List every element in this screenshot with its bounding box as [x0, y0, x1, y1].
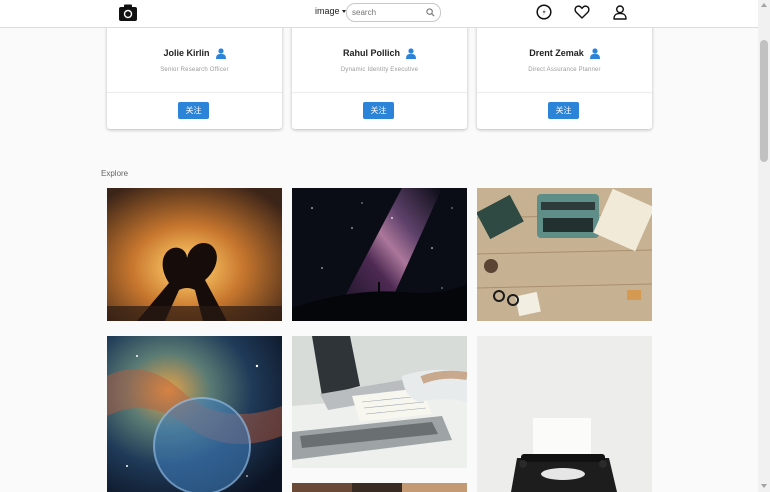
chevron-down-icon	[341, 10, 346, 14]
person-icon	[215, 48, 226, 60]
top-navbar: image	[0, 0, 758, 28]
follow-button[interactable]: 关注	[363, 102, 394, 119]
user-name: Jolie Kirlin	[107, 48, 282, 60]
divider	[107, 92, 282, 93]
search-box[interactable]	[346, 3, 441, 22]
user-name-text[interactable]: Rahul Pollich	[343, 48, 400, 58]
person-icon	[406, 48, 416, 60]
user-title: Dynamic Identity Executive	[340, 67, 419, 73]
user-name-text[interactable]: Jolie Kirlin	[163, 48, 209, 58]
user-name: Rahul Pollich	[292, 48, 467, 60]
scroll-down-arrow-icon[interactable]	[761, 484, 767, 488]
page-scrollbar[interactable]	[758, 0, 770, 492]
user-title: Direct Assurance Planner	[528, 67, 601, 73]
user-name-text[interactable]: Drent Zemak	[529, 48, 584, 58]
search-icon[interactable]	[426, 8, 435, 17]
follow-button[interactable]: 关注	[548, 102, 579, 119]
search-filter-dropdown[interactable]: image	[315, 6, 346, 16]
search-input[interactable]	[352, 6, 422, 19]
photo-partial[interactable]	[292, 483, 467, 492]
divider	[477, 92, 652, 93]
heart-icon[interactable]	[574, 4, 590, 20]
photo-milky-way-night[interactable]	[292, 188, 467, 321]
photo-typewriter-desk[interactable]	[477, 188, 652, 321]
compass-icon[interactable]	[536, 4, 552, 20]
divider	[292, 92, 467, 93]
camera-logo-icon[interactable]	[118, 3, 138, 23]
user-title: Senior Research Officer	[160, 67, 229, 73]
scrollbar-thumb[interactable]	[760, 40, 768, 162]
photo-bubble-nebula[interactable]	[107, 336, 282, 492]
user-profile-icon[interactable]	[612, 4, 628, 20]
photo-heart-hands-sunset[interactable]	[107, 188, 282, 321]
person-icon	[589, 48, 600, 60]
section-title: Explore	[101, 169, 129, 178]
follow-button[interactable]: 关注	[178, 102, 209, 119]
photo-typewriter-paper[interactable]	[477, 336, 652, 492]
filter-label: image	[315, 6, 340, 16]
user-name: Drent Zemak	[477, 48, 652, 60]
scroll-up-arrow-icon[interactable]	[761, 3, 767, 7]
photo-laptop-notes[interactable]	[292, 336, 467, 468]
